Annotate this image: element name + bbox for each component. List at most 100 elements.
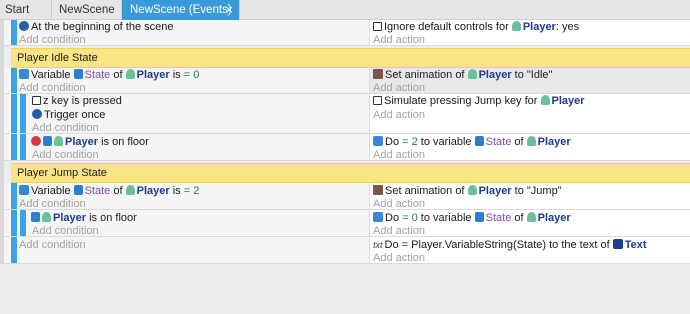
player-icon (526, 212, 536, 222)
platformer-icon (31, 212, 40, 222)
actions-cell: Simulate pressing Jump key for Player Ad… (369, 94, 690, 134)
comment-row[interactable]: Player Idle State (11, 48, 690, 68)
condition-line[interactable]: Trigger once (32, 108, 105, 122)
sub-event-row[interactable]: Player is on floor Add condition Do = 0 … (0, 210, 690, 237)
comment-text: Player Jump State (17, 167, 107, 179)
comment-row[interactable]: Player Jump State (11, 163, 690, 183)
event-row[interactable]: Add condition txt Do = Player.VariableStr… (0, 237, 690, 264)
parent-event-bar (11, 210, 17, 236)
add-action-link[interactable]: Add action (373, 197, 425, 211)
add-action-link[interactable]: Add action (373, 108, 425, 122)
close-icon[interactable]: × (225, 0, 233, 20)
sub-event-row[interactable]: Player is on floor Add condition Do = 2 … (0, 134, 690, 161)
variable-icon (19, 185, 29, 195)
add-action-link[interactable]: Add action (373, 81, 425, 95)
variable-icon (373, 136, 383, 146)
conditions-cell: Add condition (0, 237, 369, 264)
add-condition-link[interactable]: Add condition (19, 33, 86, 47)
action-line[interactable]: Ignore default controls for Player: yes (373, 20, 579, 34)
actions-cell: Set animation of Player to "Jump" Add ac… (369, 183, 690, 210)
player-icon (467, 185, 477, 195)
actions-cell: Do = 2 to variable State of Player Add a… (369, 134, 690, 161)
event-gutter (0, 20, 4, 264)
tab-label: NewScene (59, 4, 115, 16)
condition-line[interactable]: z key is pressed (32, 94, 122, 108)
scene-start-icon (19, 21, 29, 31)
condition-line[interactable]: At the beginning of the scene (19, 20, 174, 34)
comment-text: Player Idle State (17, 52, 98, 64)
actions-cell: txt Do = Player.VariableString(State) to … (369, 237, 690, 264)
event-bar[interactable] (11, 20, 17, 45)
actions-cell: Set animation of Player to "Idle" Add ac… (369, 68, 690, 94)
condition-line[interactable]: Player is on floor (31, 135, 149, 149)
player-icon (125, 185, 135, 195)
event-row[interactable]: Variable State of Player is = 2 Add cond… (0, 183, 690, 210)
tab-label: NewScene (Events) (130, 4, 232, 16)
condition-line[interactable]: Variable State of Player is = 0 (19, 68, 199, 82)
action-line[interactable]: Do = 2 to variable State of Player (373, 135, 571, 149)
action-line[interactable]: Set animation of Player to "Idle" (373, 68, 552, 82)
add-condition-link[interactable]: Add condition (19, 81, 86, 95)
player-icon (526, 136, 536, 146)
action-line[interactable]: Set animation of Player to "Jump" (373, 184, 562, 198)
sub-event-row[interactable]: z key is pressed Trigger once Add condit… (0, 94, 690, 134)
actions-cell: Ignore default controls for Player: yes … (369, 20, 690, 46)
variable-icon (73, 69, 83, 79)
tab-bar: Start Page NewScene NewScene (Events) × (0, 0, 690, 36)
variable-icon (373, 212, 383, 222)
player-icon (467, 69, 477, 79)
controls-icon (373, 96, 382, 105)
add-condition-link[interactable]: Add condition (19, 197, 86, 211)
text-object-icon (612, 239, 623, 249)
action-line[interactable]: txt Do = Player.VariableString(State) to … (373, 238, 647, 252)
tab-start-page[interactable]: Start Page (0, 0, 52, 36)
action-line[interactable]: Simulate pressing Jump key for Player (373, 94, 585, 108)
conditions-cell: z key is pressed Trigger once Add condit… (0, 94, 369, 134)
player-icon (125, 69, 135, 79)
text-action-icon: txt (373, 240, 383, 250)
conditions-cell: Variable State of Player is = 2 Add cond… (0, 183, 369, 210)
add-action-link[interactable]: Add action (373, 224, 425, 238)
invert-icon (31, 136, 41, 146)
tab-newscene[interactable]: NewScene (52, 0, 122, 20)
condition-line[interactable]: Variable State of Player is = 2 (19, 184, 199, 198)
tab-newscene-events[interactable]: NewScene (Events) × (122, 0, 240, 20)
controls-icon (373, 22, 382, 31)
conditions-cell: Player is on floor Add condition (0, 134, 369, 161)
event-bar[interactable] (20, 94, 26, 133)
event-bar[interactable] (11, 237, 17, 263)
event-row[interactable]: At the beginning of the scene Add condit… (0, 20, 690, 46)
add-condition-link[interactable]: Add condition (32, 121, 99, 135)
add-action-link[interactable]: Add action (373, 148, 425, 162)
keyboard-icon (32, 96, 41, 105)
event-bar[interactable] (20, 210, 26, 236)
add-action-link[interactable]: Add action (373, 33, 425, 47)
variable-icon (19, 69, 29, 79)
action-line[interactable]: Do = 0 to variable State of Player (373, 211, 571, 225)
condition-line[interactable]: Player is on floor (31, 211, 137, 225)
event-bar[interactable] (11, 68, 17, 93)
conditions-cell: At the beginning of the scene Add condit… (0, 20, 369, 46)
variable-icon (73, 185, 83, 195)
actions-cell: Do = 0 to variable State of Player Add a… (369, 210, 690, 237)
event-bar[interactable] (20, 134, 26, 160)
variable-icon (474, 136, 484, 146)
animation-icon (373, 185, 383, 195)
player-icon (511, 21, 521, 31)
player-icon (540, 95, 550, 105)
platformer-icon (43, 136, 52, 146)
event-bar[interactable] (11, 183, 17, 209)
add-condition-link[interactable]: Add condition (32, 224, 99, 238)
trigger-once-icon (32, 109, 42, 119)
add-condition-link[interactable]: Add condition (19, 238, 86, 252)
event-row[interactable]: Variable State of Player is = 0 Add cond… (0, 68, 690, 94)
animation-icon (373, 69, 383, 79)
player-icon (54, 136, 63, 146)
parent-event-bar (11, 94, 17, 133)
player-icon (42, 212, 51, 222)
conditions-cell: Player is on floor Add condition (0, 210, 369, 237)
variable-icon (474, 212, 484, 222)
add-action-link[interactable]: Add action (373, 251, 425, 265)
add-condition-link[interactable]: Add condition (32, 148, 99, 162)
conditions-cell: Variable State of Player is = 0 Add cond… (0, 68, 369, 94)
